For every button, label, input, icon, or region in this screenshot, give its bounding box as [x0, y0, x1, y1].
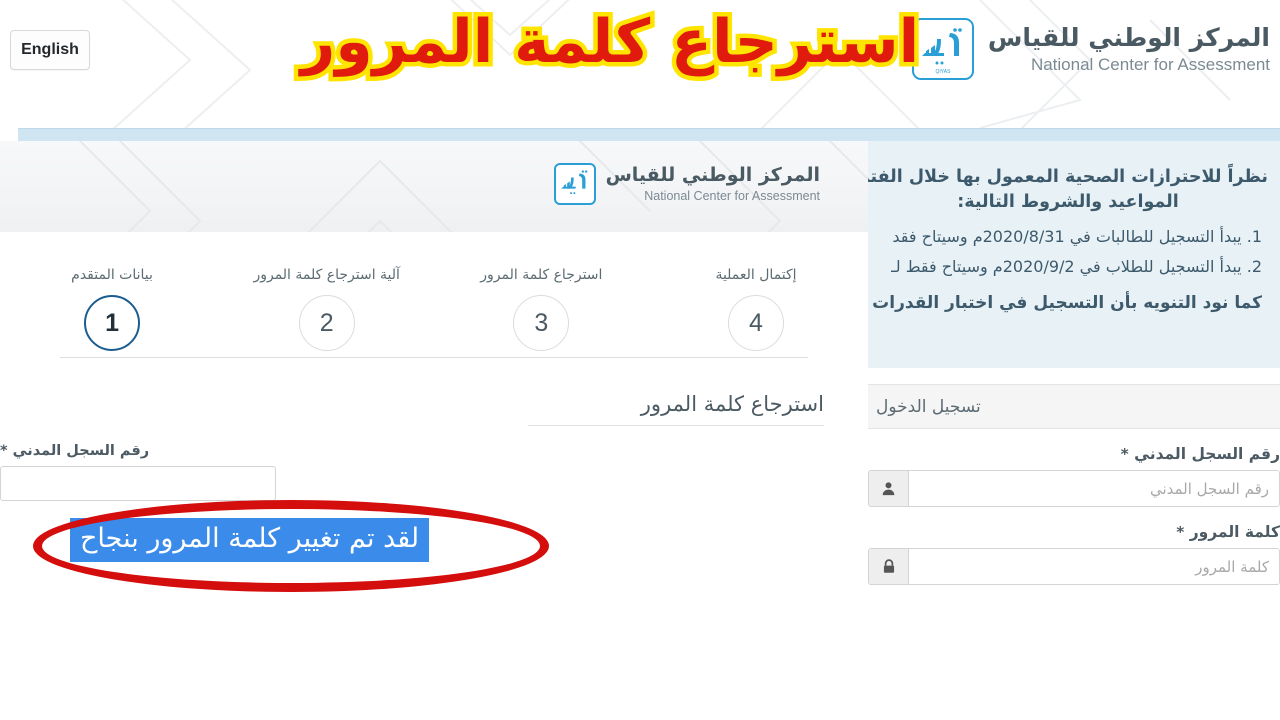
stepper-steps: إكتمال العملية 4 استرجاع كلمة المرور 3 آ… [0, 267, 868, 351]
header-brand: المركز الوطني للقياس National Center for… [911, 18, 1270, 80]
national-id-label: رقم السجل المدني * [0, 443, 150, 459]
language-toggle-label: English [21, 41, 79, 58]
announcement-item-1: 1. يبدأ التسجيل للطالبات في 2020/8/31م و… [892, 226, 1262, 246]
page-body: المركز الوطني للقياس National Center for… [0, 128, 1280, 720]
stepper-step-1-circle: 1 [84, 295, 141, 351]
stepper-step-2[interactable]: آلية استرجاع كلمة المرور 2 [239, 267, 415, 351]
stepper-step-3-circle: 3 [513, 295, 570, 351]
password-recovery-form: استرجاع كلمة المرور رقم السجل المدني * [0, 392, 824, 501]
stepper-step-3[interactable]: استرجاع كلمة المرور 3 [453, 267, 629, 351]
top-header: English المركز الوطني للقياس National Ce… [0, 0, 1280, 128]
stepper-step-4[interactable]: إكتمال العملية 4 [668, 267, 844, 351]
main-content-column: إكتمال العملية 4 استرجاع كلمة المرور 3 آ… [0, 232, 868, 720]
stepper-step-1-label: بيانات المتقدم [71, 267, 153, 283]
progress-stepper: إكتمال العملية 4 استرجاع كلمة المرور 3 آ… [0, 267, 868, 377]
inner-qiyas-logo-glyph [560, 170, 587, 195]
login-password-field: كلمة المرور * [868, 523, 1280, 585]
success-message-highlight: لقد تم تغيير كلمة المرور بنجاح [70, 518, 430, 562]
form-section-title: استرجاع كلمة المرور [528, 392, 824, 426]
announcement-heading-line1: نظراً للاحترازات الصحية المعمول بها خلال… [868, 167, 1268, 187]
announcement-panel: نظراً للاحترازات الصحية المعمول بها خلال… [868, 141, 1280, 368]
inner-brand-en: National Center for Assessment [644, 188, 820, 203]
lock-icon [869, 549, 909, 584]
qiyas-logo-glyph: QIYAS [921, 28, 962, 75]
login-national-id-label: رقم السجل المدني * [1120, 445, 1280, 463]
stepper-step-2-circle: 2 [298, 295, 355, 351]
inner-banner-brand: المركز الوطني للقياس National Center for… [553, 163, 820, 205]
top-accent-strip [18, 128, 1280, 141]
inner-qiyas-logo-icon [553, 163, 596, 205]
svg-text:QIYAS: QIYAS [935, 69, 951, 75]
national-id-field-row: رقم السجل المدني * [0, 443, 824, 501]
header-brand-ar: المركز الوطني للقياس [987, 22, 1270, 52]
login-panel: تسجيل الدخول رقم السجل المدني * رقم السج… [868, 384, 1280, 585]
user-icon [869, 471, 909, 506]
stepper-step-4-label: إكتمال العملية [715, 267, 797, 283]
inner-brand-ar: المركز الوطني للقياس [605, 164, 820, 187]
stepper-step-1[interactable]: بيانات المتقدم 1 [24, 267, 200, 351]
lock-icon-glyph [883, 559, 894, 573]
header-brand-text: المركز الوطني للقياس National Center for… [987, 22, 1270, 74]
stepper-step-4-circle: 4 [728, 295, 784, 351]
qiyas-logo-icon: QIYAS [911, 18, 974, 80]
login-password-label: كلمة المرور * [1176, 523, 1280, 541]
announcement-list: 1. يبدأ التسجيل للطالبات في 2020/8/31م و… [868, 222, 1268, 283]
inner-banner: المركز الوطني للقياس National Center for… [0, 141, 868, 232]
user-icon-glyph [882, 482, 895, 496]
stepper-connector-line [60, 357, 808, 358]
login-national-id-field: رقم السجل المدني * [868, 445, 1280, 507]
stepper-step-3-label: استرجاع كلمة المرور [480, 267, 603, 283]
announcement-heading-line2: المواعيد والشروط التالية: [957, 192, 1179, 213]
login-panel-header: تسجيل الدخول [868, 384, 1280, 429]
login-panel-title: تسجيل الدخول [876, 396, 981, 417]
login-national-id-input[interactable] [909, 471, 1279, 506]
inner-brand-text: المركز الوطني للقياس National Center for… [606, 164, 820, 204]
login-password-input[interactable] [909, 549, 1279, 584]
language-toggle-button[interactable]: English [10, 30, 90, 70]
app-screen: English المركز الوطني للقياس National Ce… [0, 0, 1280, 720]
national-id-input[interactable] [0, 466, 276, 501]
login-password-input-group[interactable] [868, 548, 1280, 585]
header-brand-en: National Center for Assessment [1030, 54, 1270, 74]
login-national-id-input-group[interactable] [868, 470, 1280, 507]
announcement-footer: كما نود التنويه بأن التسجيل في اختبار ال… [868, 292, 1262, 313]
announcement-item-2: 2. يبدأ التسجيل للطلاب في 2020/9/2م وسيت… [891, 257, 1262, 277]
right-sidebar: نظراً للاحترازات الصحية المعمول بها خلال… [868, 141, 1280, 720]
stepper-step-2-label: آلية استرجاع كلمة المرور [253, 267, 400, 283]
